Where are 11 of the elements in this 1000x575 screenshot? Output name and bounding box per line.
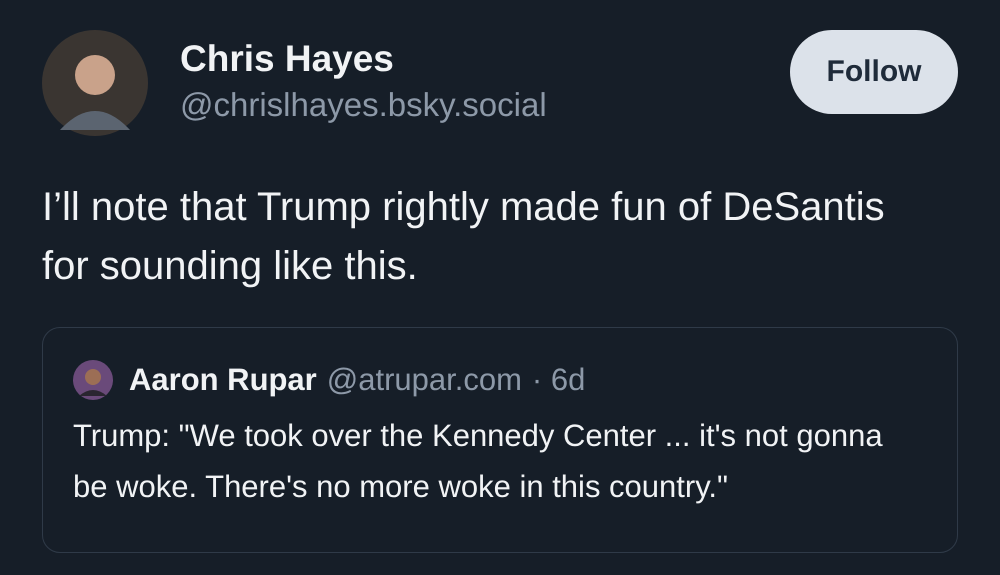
quote-text: Trump: "We took over the Kennedy Center ... it's not gonna be woke. There's no more woke in this country." [73,417,884,506]
quote-author-name: Aaron Rupar [129,362,317,398]
follow-button[interactable]: Follow [790,30,958,114]
avatar [73,360,113,400]
author-name: Chris Hayes [180,38,395,80]
author-handle: @chrislhayes.bsky.social [180,86,548,124]
avatar[interactable] [42,30,148,136]
post-time: · 6d [532,362,586,398]
quote-card[interactable]: Aaron Rupar @atrupar.com · 6d Trump: "We took over the Kennedy Center ... it's not gonna be woke. There's no more woke in this country." [42,327,958,553]
quote-author-handle: @atrupar.com [326,362,522,398]
post-text: I’ll note that Trump rightly made fun of DeSantis for sounding like this. [42,184,886,290]
